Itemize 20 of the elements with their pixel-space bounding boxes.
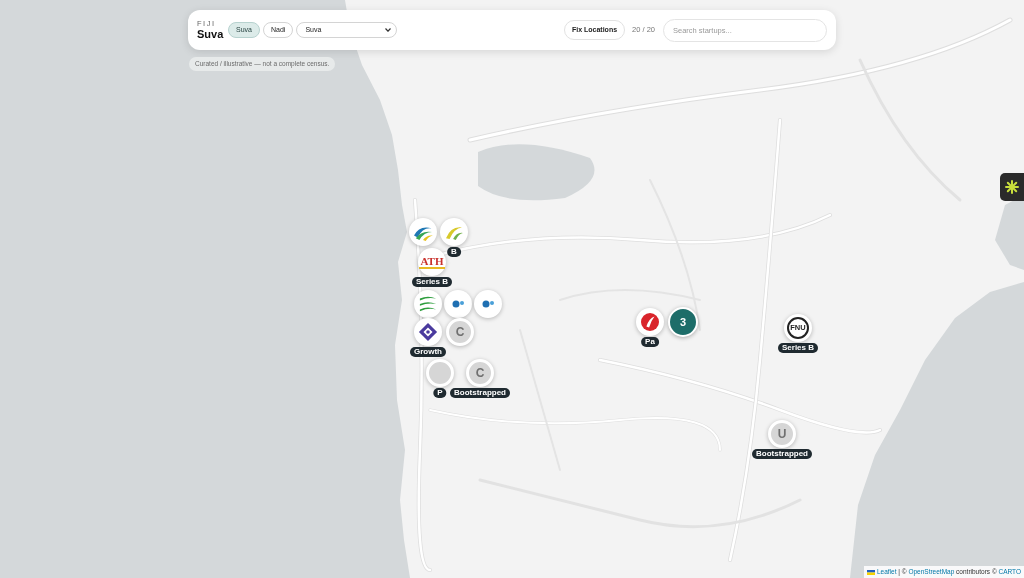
asterisk-icon <box>1005 180 1019 194</box>
city-title: Suva <box>197 28 225 41</box>
stage-label: Series B <box>412 277 452 287</box>
stage-label: Pa <box>641 337 659 347</box>
flag-icon <box>866 569 875 575</box>
logo-wordmark: ATH <box>419 255 445 269</box>
stage-label: Series B <box>778 343 818 353</box>
asterisk-tab-button[interactable] <box>1000 173 1024 201</box>
swoosh-logo-icon <box>444 224 464 240</box>
stage-label: Growth <box>410 347 446 357</box>
stage-label: P <box>433 388 447 398</box>
disc-logo-icon <box>641 313 659 331</box>
stripes-logo-icon <box>418 295 438 313</box>
stage-label: Bootstrapped <box>450 388 510 398</box>
stage-label: Bootstrapped <box>752 449 812 459</box>
stage-label: B <box>447 247 461 257</box>
diamond-logo-icon <box>418 322 438 342</box>
chevron-down-icon <box>385 28 392 32</box>
dot-logo-icon <box>482 300 494 308</box>
dot-logo-icon <box>452 300 464 308</box>
